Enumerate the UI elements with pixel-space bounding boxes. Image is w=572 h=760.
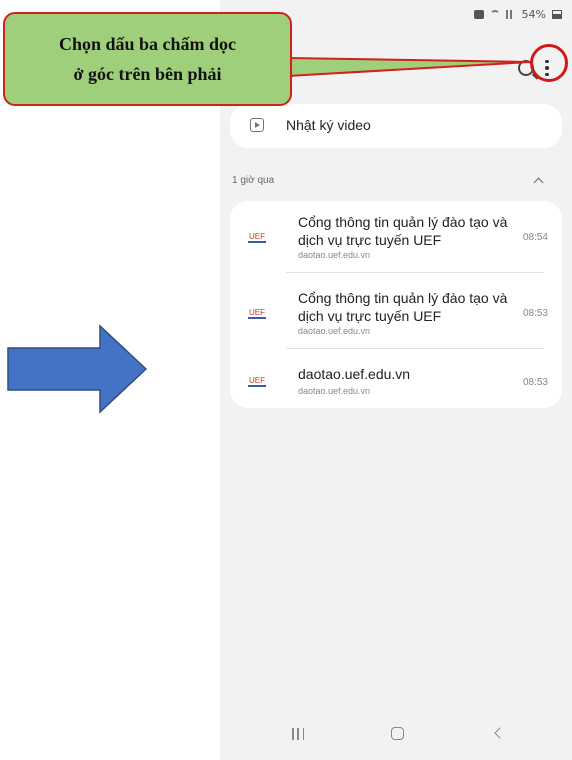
highlight-circle — [530, 44, 568, 82]
navigation-bar — [220, 710, 572, 760]
instruction-callout: Chọn dấu ba chấm dọc ở góc trên bên phải — [3, 12, 292, 106]
history-item-url: daotao.uef.edu.vn — [298, 326, 371, 336]
history-item-time: 08:53 — [522, 308, 548, 319]
battery-icon — [552, 9, 562, 19]
chevron-up-icon[interactable] — [533, 177, 544, 188]
signal-icon — [505, 9, 516, 19]
back-icon[interactable] — [494, 727, 506, 739]
home-icon[interactable] — [391, 727, 404, 740]
section-label: 1 giờ qua — [232, 175, 275, 186]
recents-icon[interactable] — [292, 728, 304, 740]
status-bar: 54% — [473, 6, 562, 22]
phone-screen: 54% Lịch sử Nhật ký video 1 giờ qua UEF … — [220, 0, 572, 760]
history-item-title: Cổng thông tin quản lý đào tạo và dịch v… — [298, 214, 508, 248]
history-item-time: 08:53 — [522, 377, 548, 388]
battery-level: 54% — [521, 7, 546, 21]
video-history-label: Nhật ký video — [286, 117, 371, 133]
video-icon — [250, 118, 264, 132]
site-favicon-icon: UEF — [248, 308, 266, 319]
history-item-time: 08:54 — [522, 232, 548, 243]
history-item-url: daotao.uef.edu.vn — [298, 250, 371, 260]
video-history-button[interactable]: Nhật ký video — [230, 104, 562, 148]
history-item[interactable]: UEF Cổng thông tin quản lý đào tạo và dị… — [230, 201, 562, 273]
history-item-url: daotao.uef.edu.vn — [298, 386, 371, 396]
history-item-title: daotao.uef.edu.vn — [298, 366, 411, 382]
right-arrow-icon — [7, 324, 148, 414]
wifi-icon — [489, 9, 500, 19]
callout-text: Chọn dấu ba chấm dọc ở góc trên bên phải — [58, 34, 237, 84]
site-favicon-icon: UEF — [248, 232, 266, 243]
alarm-icon — [473, 9, 484, 19]
history-item[interactable]: UEF daotao.uef.edu.vn daotao.uef.edu.vn … — [230, 353, 562, 408]
history-item-title: Cổng thông tin quản lý đào tạo và dịch v… — [298, 290, 508, 324]
history-item[interactable]: UEF Cổng thông tin quản lý đào tạo và dị… — [230, 277, 562, 349]
site-favicon-icon: UEF — [248, 376, 266, 387]
history-list: UEF Cổng thông tin quản lý đào tạo và dị… — [230, 201, 562, 408]
